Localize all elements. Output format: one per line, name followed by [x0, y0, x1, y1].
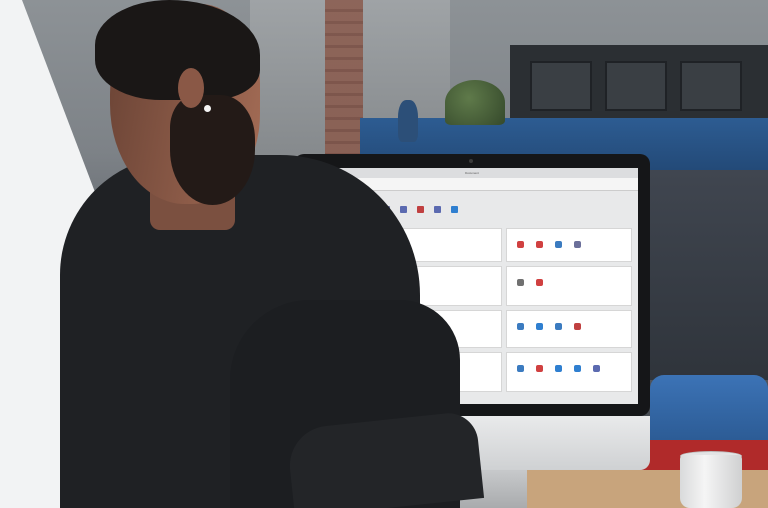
person — [0, 0, 768, 508]
earring — [204, 105, 211, 112]
person-beard — [170, 95, 255, 205]
person-ear — [178, 68, 204, 108]
photo-scene: Document — [0, 0, 768, 508]
